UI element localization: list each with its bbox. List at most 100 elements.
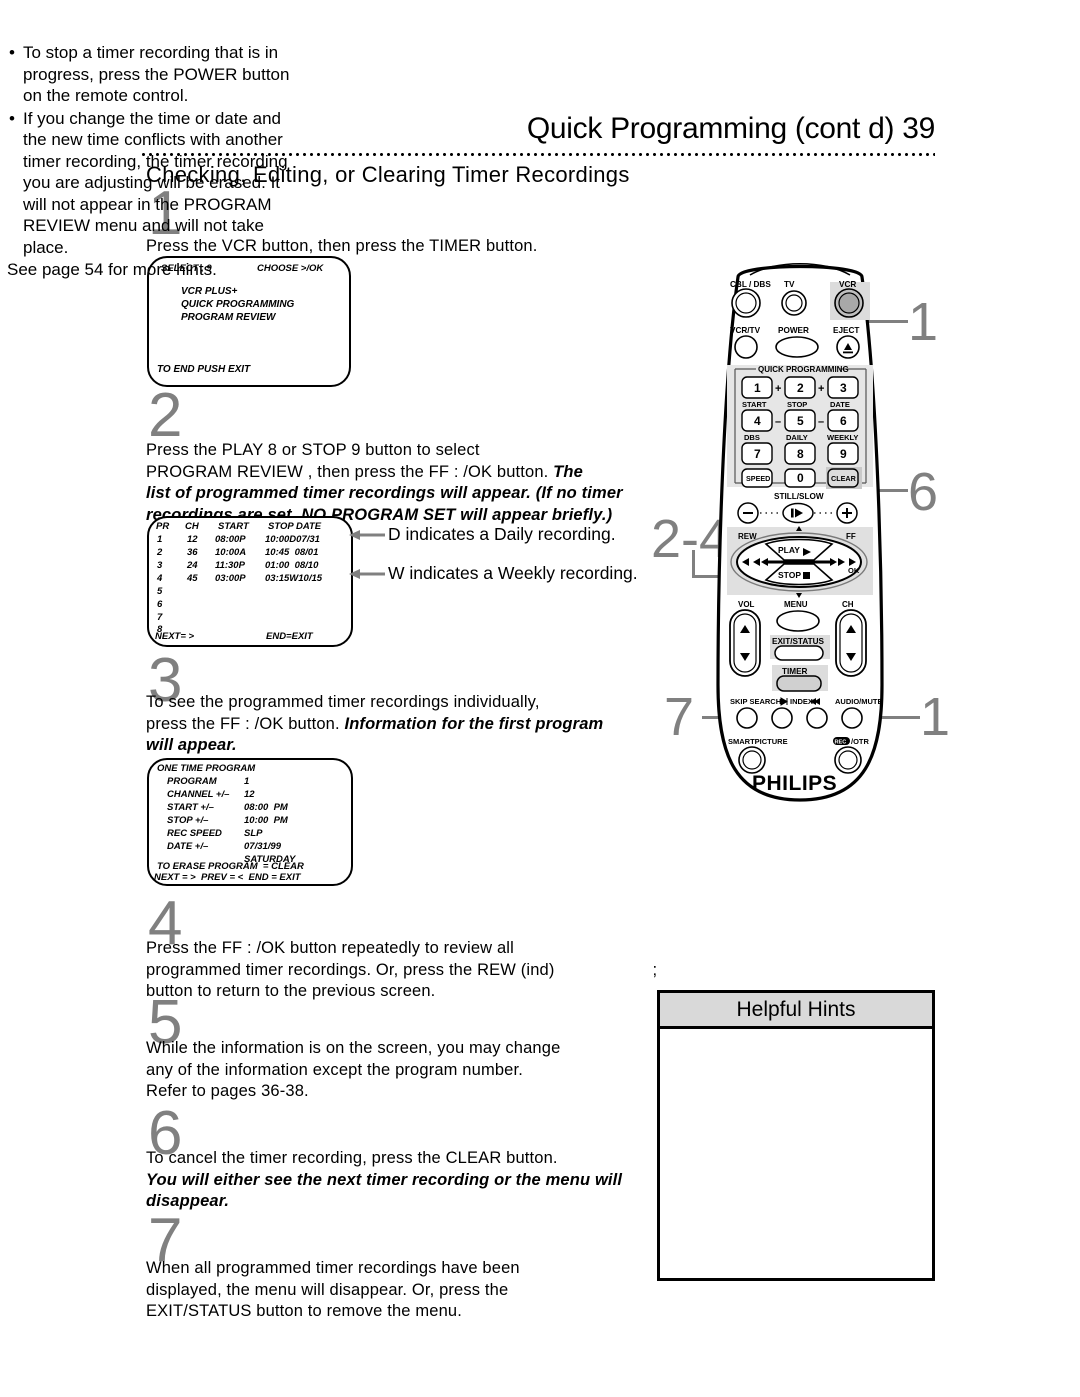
osd-review-row-2-start: 10:00A <box>215 547 247 558</box>
svg-text:1: 1 <box>754 381 761 395</box>
osd-review-row-1-pr: 1 <box>157 534 163 545</box>
svg-text:4: 4 <box>754 414 761 428</box>
step-2-line-2: PROGRAM REVIEW , then press the FF : /OK… <box>146 462 554 481</box>
step-2-bold-1: The <box>553 462 583 481</box>
osd-review-row-3-pr: 3 <box>157 560 163 571</box>
osd-review-row-4-start: 03:00P <box>215 573 246 584</box>
svg-text:FF: FF <box>846 532 856 541</box>
step-2-line-1: Press the PLAY 8 or STOP 9 button to sel… <box>146 441 480 459</box>
osd-item-quick-programming: QUICK PROGRAMMING <box>181 299 295 310</box>
step-4-line-3: button to return to the previous screen. <box>146 982 436 1000</box>
hint-see-more: See page 54 for more hints. <box>7 260 217 279</box>
svg-text:STOP: STOP <box>787 400 807 409</box>
osd-onetime-label-program: PROGRAM <box>167 776 217 787</box>
svg-text:SMARTPICTURE: SMARTPICTURE <box>728 737 788 746</box>
osd-review-header-ch: CH <box>185 521 199 532</box>
osd-onetime-value-start: 08:00 PM <box>244 802 288 813</box>
osd-review-row-2-ch: 36 <box>187 547 198 558</box>
osd-onetime-footer-nav: NEXT = > PREV = < END = EXIT <box>154 872 301 883</box>
svg-text:TV: TV <box>784 280 795 289</box>
svg-text:EXIT/STATUS: EXIT/STATUS <box>772 637 825 646</box>
osd-review-row-3-start: 11:30P <box>215 560 245 571</box>
svg-text:VOL: VOL <box>738 600 755 609</box>
osd-onetime-label-stop: STOP +/– <box>167 815 209 826</box>
svg-text:WEEKLY: WEEKLY <box>827 433 858 442</box>
svg-text:8: 8 <box>797 447 804 461</box>
osd-onetime-label-channel: CHANNEL +/– <box>167 789 230 800</box>
svg-text:VCR/TV: VCR/TV <box>730 326 761 335</box>
svg-text:PLAY: PLAY <box>778 545 800 555</box>
svg-text:9: 9 <box>840 447 847 461</box>
osd-onetime-value-program: 1 <box>244 776 250 787</box>
step-3-bold-2: will appear. <box>146 736 237 754</box>
osd-review-header-pr: PR <box>156 521 170 532</box>
svg-text:–: – <box>818 416 824 428</box>
osd-review-row-6-pr: 6 <box>157 599 163 610</box>
osd-review-row-1-stop: 10:00D07/31 <box>265 534 320 545</box>
callout-timer-right: 1 <box>920 687 951 747</box>
svg-text:CH: CH <box>842 600 854 609</box>
step-6-text: To cancel the timer recording, press the… <box>146 1148 666 1213</box>
hint-item-2: If you change the time or date and the n… <box>7 108 303 259</box>
step-6-line-1: To cancel the timer recording, press the… <box>146 1149 558 1167</box>
hint-item-1: To stop a timer recording that is in pro… <box>7 42 303 107</box>
step-2-bold-2: list of programmed timer recordings will… <box>146 484 623 502</box>
svg-text:OK: OK <box>848 566 860 575</box>
step-7-line-1: When all programmed timer recordings hav… <box>146 1259 520 1277</box>
svg-text:REC: REC <box>835 740 847 746</box>
callout-clear-button: 6 <box>908 462 939 522</box>
osd-review-header-start: START <box>218 521 249 532</box>
daily-arrow-icon <box>349 530 385 540</box>
step-7-line-3: EXIT/STATUS button to remove the menu. <box>146 1302 462 1320</box>
step-2-text: Press the PLAY 8 or STOP 9 button to sel… <box>146 440 666 526</box>
svg-text:INDEX: INDEX <box>790 697 813 706</box>
svg-text:7: 7 <box>754 447 761 461</box>
osd-onetime-title: ONE TIME PROGRAM <box>157 763 256 774</box>
svg-text:START: START <box>742 400 767 409</box>
step-3-bold-1: Information for the first program <box>344 714 604 733</box>
step-4-line-1: Press the FF : /OK button repeatedly to … <box>146 939 514 957</box>
weekly-annotation: W indicates a Weekly recording. <box>388 563 638 583</box>
osd-review-row-1-ch: 12 <box>187 534 198 545</box>
svg-text:SKIP SEARCH: SKIP SEARCH <box>730 697 781 706</box>
svg-text:–: – <box>775 416 781 428</box>
osd-onetime-label-rec-speed: REC SPEED <box>167 828 222 839</box>
osd-review-row-5-pr: 5 <box>157 586 163 597</box>
osd-review-row-3-ch: 24 <box>187 560 198 571</box>
daily-annotation: D indicates a Daily recording. <box>388 524 616 544</box>
step-4-text: Press the FF : /OK button repeatedly to … <box>146 938 666 1003</box>
osd-item-program-review: PROGRAM REVIEW <box>181 312 276 323</box>
svg-text:VCR: VCR <box>839 280 856 289</box>
svg-text:CBL / DBS: CBL / DBS <box>730 280 771 289</box>
helpful-hints-title: Helpful Hints <box>660 993 932 1029</box>
svg-text:+: + <box>775 383 781 395</box>
svg-text:TIMER: TIMER <box>782 667 808 676</box>
osd-onetime-label-date: DATE +/– <box>167 841 209 852</box>
helpful-hints-content: To stop a timer recording that is in pro… <box>3 36 303 281</box>
step-4-line-2b: ; <box>652 960 658 979</box>
osd-onetime-value-date: 07/31/99 <box>244 841 281 852</box>
osd-review-footer-next: NEXT= > <box>155 631 195 642</box>
osd-review-row-3-stop: 01:00 08/10 <box>265 560 319 571</box>
step-5-text: While the information is on the screen, … <box>146 1038 666 1103</box>
step-3-text: To see the programmed timer recordings i… <box>146 692 666 757</box>
helpful-hints-box: Helpful Hints <box>657 990 935 1281</box>
callout-vcr-button: 1 <box>908 292 939 352</box>
osd-onetime-value-rec-speed: SLP <box>244 828 263 839</box>
svg-text:POWER: POWER <box>778 326 809 335</box>
osd-review-row-7-pr: 7 <box>157 612 163 623</box>
osd-review-header-stop-date: STOP DATE <box>268 521 322 532</box>
osd-review-row-4-pr: 4 <box>157 573 163 584</box>
osd-review-footer-end: END=EXIT <box>266 631 313 642</box>
svg-text:DAILY: DAILY <box>786 433 808 442</box>
svg-text:/OTR: /OTR <box>851 737 869 746</box>
svg-text:6: 6 <box>840 414 847 428</box>
svg-text:QUICK PROGRAMMING: QUICK PROGRAMMING <box>758 365 849 374</box>
step-7-line-2: displayed, the menu will disappear. Or, … <box>146 1280 509 1299</box>
step-2-number: 2 <box>148 381 183 450</box>
svg-text:DATE: DATE <box>830 400 850 409</box>
svg-text:CLEAR: CLEAR <box>831 474 857 483</box>
osd-review-row-4-ch: 45 <box>187 573 198 584</box>
remote-control-illustration: CBL / DBS TV VCR VCR/TV POWER EJECT QUIC… <box>690 255 910 815</box>
osd-program-review: PR CH START STOP DATE 1 12 08:00P 10:00D… <box>147 516 353 647</box>
